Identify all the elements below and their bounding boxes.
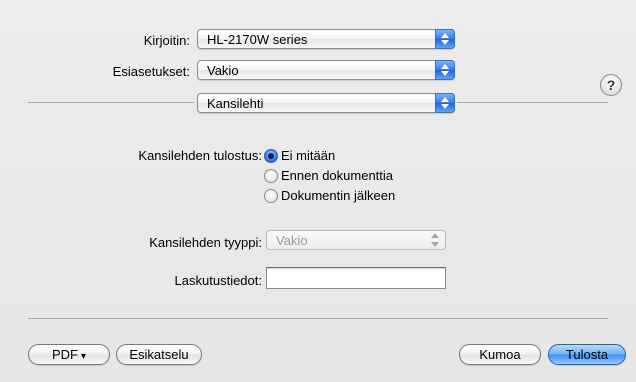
chevron-down-icon: ▾ <box>80 351 87 362</box>
panel-value: Kansilehti <box>207 96 264 111</box>
help-button[interactable]: ? <box>600 74 622 96</box>
footer-separator <box>28 318 608 319</box>
preview-button[interactable]: Esikatselu <box>116 344 202 365</box>
radio-label: Dokumentin jälkeen <box>281 188 396 203</box>
cancel-button[interactable]: Kumoa <box>459 344 541 365</box>
printer-label: Kirjoitin: <box>143 33 190 48</box>
billing-input[interactable] <box>266 267 446 289</box>
cover-print-label: Kansilehden tulostus: <box>138 148 262 163</box>
radio-label: Ennen dokumenttia <box>281 168 394 183</box>
panel-popup[interactable]: Kansilehti <box>197 93 455 113</box>
presets-label: Esiasetukset: <box>112 64 190 79</box>
popup-arrows-icon <box>426 230 446 250</box>
cover-type-label: Kansilehden tyyppi: <box>149 235 262 250</box>
cover-type-value: Vakio <box>276 233 308 248</box>
printer-value: HL-2170W series <box>207 32 308 47</box>
radio-label: Ei mitään <box>281 148 336 163</box>
panel-separator-left <box>28 102 194 103</box>
cover-type-popup: Vakio <box>266 230 446 250</box>
print-dialog: Kirjoitin: HL-2170W series Esiasetukset:… <box>0 0 636 382</box>
billing-label: Laskutustiedot: <box>174 273 262 288</box>
popup-arrows-icon <box>435 29 455 49</box>
question-mark-icon: ? <box>606 77 616 93</box>
radio-selected-icon <box>264 149 278 163</box>
pdf-button[interactable]: PDF ▾ <box>28 344 110 365</box>
radio-unselected-icon <box>264 169 278 183</box>
panel-separator-right <box>457 102 608 103</box>
pdf-label: PDF <box>51 347 78 362</box>
presets-value: Vakio <box>207 63 239 78</box>
print-button[interactable]: Tulosta <box>548 344 626 365</box>
popup-arrows-icon <box>435 60 455 80</box>
popup-arrows-icon <box>435 93 455 113</box>
printer-popup[interactable]: HL-2170W series <box>197 29 455 49</box>
presets-popup[interactable]: Vakio <box>197 60 455 80</box>
radio-unselected-icon <box>264 189 278 203</box>
